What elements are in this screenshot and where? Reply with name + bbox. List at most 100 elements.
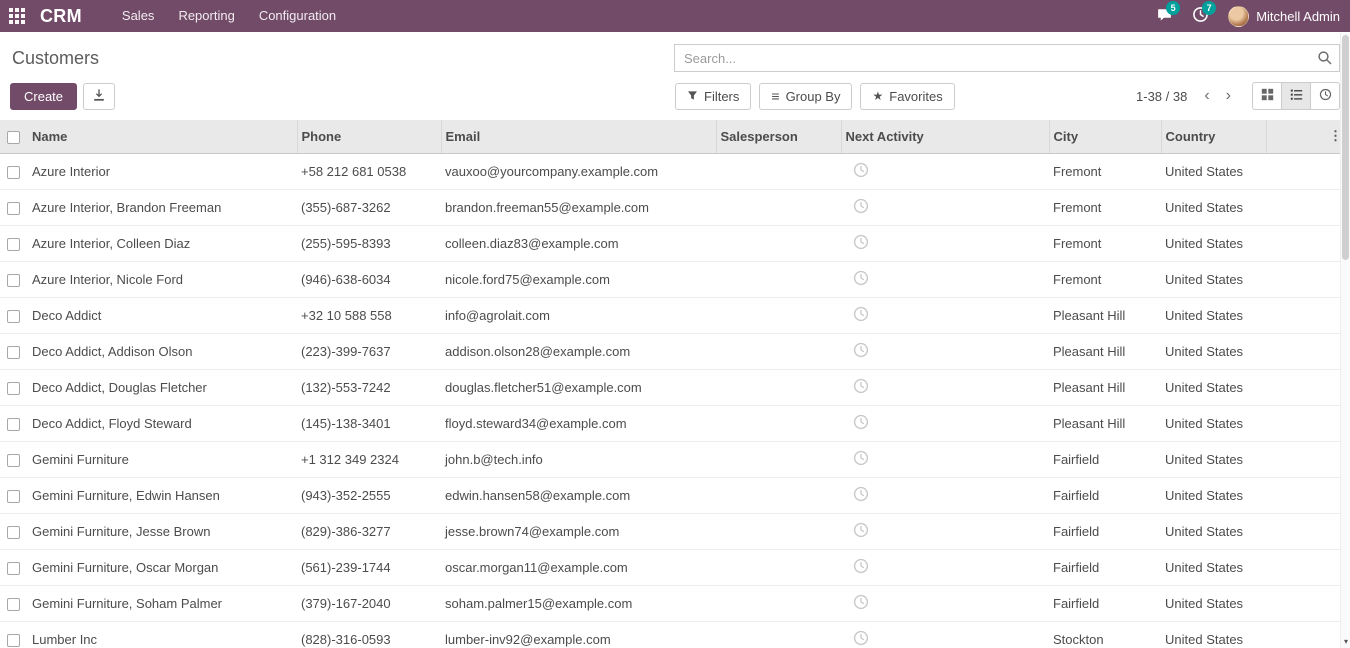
cell-name: Gemini Furniture, Jesse Brown [28, 513, 297, 549]
column-header-country[interactable]: Country [1161, 120, 1266, 153]
scrollbar-thumb[interactable] [1342, 35, 1349, 260]
row-checkbox[interactable] [7, 598, 20, 611]
table-row[interactable]: Deco Addict +32 10 588 558 info@agrolait… [0, 297, 1350, 333]
table-row[interactable]: Gemini Furniture, Soham Palmer (379)-167… [0, 585, 1350, 621]
cell-next-activity [841, 585, 1049, 621]
activities-button[interactable]: 7 [1182, 0, 1218, 32]
cell-salesperson [716, 333, 841, 369]
row-checkbox[interactable] [7, 310, 20, 323]
column-header-salesperson[interactable]: Salesperson [716, 120, 841, 153]
create-button[interactable]: Create [10, 83, 77, 110]
next-activity-clock-icon[interactable] [845, 162, 869, 178]
cell-phone: (561)-239-1744 [297, 549, 441, 585]
next-activity-clock-icon[interactable] [845, 198, 869, 214]
table-row[interactable]: Azure Interior, Colleen Diaz (255)-595-8… [0, 225, 1350, 261]
row-checkbox[interactable] [7, 202, 20, 215]
row-checkbox[interactable] [7, 166, 20, 179]
table-row[interactable]: Azure Interior, Nicole Ford (946)-638-60… [0, 261, 1350, 297]
table-row[interactable]: Gemini Furniture, Edwin Hansen (943)-352… [0, 477, 1350, 513]
table-row[interactable]: Azure Interior +58 212 681 0538 vauxoo@y… [0, 153, 1350, 189]
cell-salesperson [716, 549, 841, 585]
breadcrumb[interactable]: Customers [10, 48, 99, 69]
scroll-down-icon[interactable]: ▾ [1341, 636, 1350, 648]
row-checkbox[interactable] [7, 634, 20, 647]
row-checkbox[interactable] [7, 238, 20, 251]
group-by-button[interactable]: ≡ Group By [759, 83, 852, 110]
filters-button[interactable]: Filters [675, 83, 751, 110]
activity-view-button[interactable] [1310, 82, 1340, 110]
menu-configuration[interactable]: Configuration [247, 0, 348, 32]
row-checkbox[interactable] [7, 490, 20, 503]
row-checkbox[interactable] [7, 346, 20, 359]
list-view-button[interactable] [1281, 82, 1311, 110]
cell-name: Gemini Furniture [28, 441, 297, 477]
cell-email: info@agrolait.com [441, 297, 716, 333]
row-checkbox[interactable] [7, 274, 20, 287]
menu-reporting[interactable]: Reporting [166, 0, 246, 32]
cell-city: Fairfield [1049, 513, 1161, 549]
next-activity-clock-icon[interactable] [845, 306, 869, 322]
scrollbar[interactable]: ▾ [1340, 33, 1350, 648]
next-activity-clock-icon[interactable] [845, 234, 869, 250]
cell-country: United States [1161, 297, 1266, 333]
table-row[interactable]: Deco Addict, Douglas Fletcher (132)-553-… [0, 369, 1350, 405]
column-header-phone[interactable]: Phone [297, 120, 441, 153]
cell-email: john.b@tech.info [441, 441, 716, 477]
cell-salesperson [716, 441, 841, 477]
cell-next-activity [841, 297, 1049, 333]
row-checkbox[interactable] [7, 526, 20, 539]
next-activity-clock-icon[interactable] [845, 378, 869, 394]
app-title[interactable]: CRM [40, 6, 82, 27]
kanban-view-button[interactable] [1252, 82, 1282, 110]
table-row[interactable]: Deco Addict, Floyd Steward (145)-138-340… [0, 405, 1350, 441]
column-header-city[interactable]: City [1049, 120, 1161, 153]
download-icon [92, 88, 106, 105]
cell-country: United States [1161, 621, 1266, 648]
cell-phone: (946)-638-6034 [297, 261, 441, 297]
search-icon[interactable] [1317, 50, 1333, 66]
cell-country: United States [1161, 549, 1266, 585]
cell-name: Gemini Furniture, Edwin Hansen [28, 477, 297, 513]
next-activity-clock-icon[interactable] [845, 270, 869, 286]
list-icon [1290, 88, 1303, 104]
row-checkbox[interactable] [7, 418, 20, 431]
star-icon: ★ [872, 89, 883, 103]
table-row[interactable]: Azure Interior, Brandon Freeman (355)-68… [0, 189, 1350, 225]
column-header-email[interactable]: Email [441, 120, 716, 153]
pager-previous-icon[interactable]: ‹ [1197, 88, 1216, 104]
row-checkbox[interactable] [7, 454, 20, 467]
row-checkbox[interactable] [7, 382, 20, 395]
cell-next-activity [841, 441, 1049, 477]
table-row[interactable]: Gemini Furniture, Jesse Brown (829)-386-… [0, 513, 1350, 549]
table-row[interactable]: Gemini Furniture, Oscar Morgan (561)-239… [0, 549, 1350, 585]
next-activity-clock-icon[interactable] [845, 414, 869, 430]
table-row[interactable]: Lumber Inc (828)-316-0593 lumber-inv92@e… [0, 621, 1350, 648]
row-checkbox[interactable] [7, 562, 20, 575]
messages-button[interactable]: 5 [1146, 0, 1182, 32]
cell-filler [1266, 441, 1350, 477]
next-activity-clock-icon[interactable] [845, 558, 869, 574]
user-menu[interactable]: Mitchell Admin [1218, 6, 1350, 27]
cell-country: United States [1161, 189, 1266, 225]
next-activity-clock-icon[interactable] [845, 342, 869, 358]
table-row[interactable]: Gemini Furniture +1 312 349 2324 john.b@… [0, 441, 1350, 477]
next-activity-clock-icon[interactable] [845, 630, 869, 646]
column-header-next-activity[interactable]: Next Activity [841, 120, 1049, 153]
favorites-button[interactable]: ★ Favorites [860, 83, 954, 110]
search-input[interactable] [674, 44, 1340, 72]
table-row[interactable]: Deco Addict, Addison Olson (223)-399-763… [0, 333, 1350, 369]
cell-email: edwin.hansen58@example.com [441, 477, 716, 513]
next-activity-clock-icon[interactable] [845, 450, 869, 466]
next-activity-clock-icon[interactable] [845, 522, 869, 538]
export-button[interactable] [83, 83, 115, 110]
next-activity-clock-icon[interactable] [845, 486, 869, 502]
cell-phone: +58 212 681 0538 [297, 153, 441, 189]
apps-menu-icon[interactable] [0, 0, 34, 32]
next-activity-clock-icon[interactable] [845, 594, 869, 610]
cell-email: douglas.fletcher51@example.com [441, 369, 716, 405]
cell-email: soham.palmer15@example.com [441, 585, 716, 621]
menu-sales[interactable]: Sales [110, 0, 167, 32]
column-header-name[interactable]: Name [28, 120, 297, 153]
select-all-checkbox[interactable] [7, 131, 20, 144]
pager-next-icon[interactable]: › [1219, 88, 1238, 104]
